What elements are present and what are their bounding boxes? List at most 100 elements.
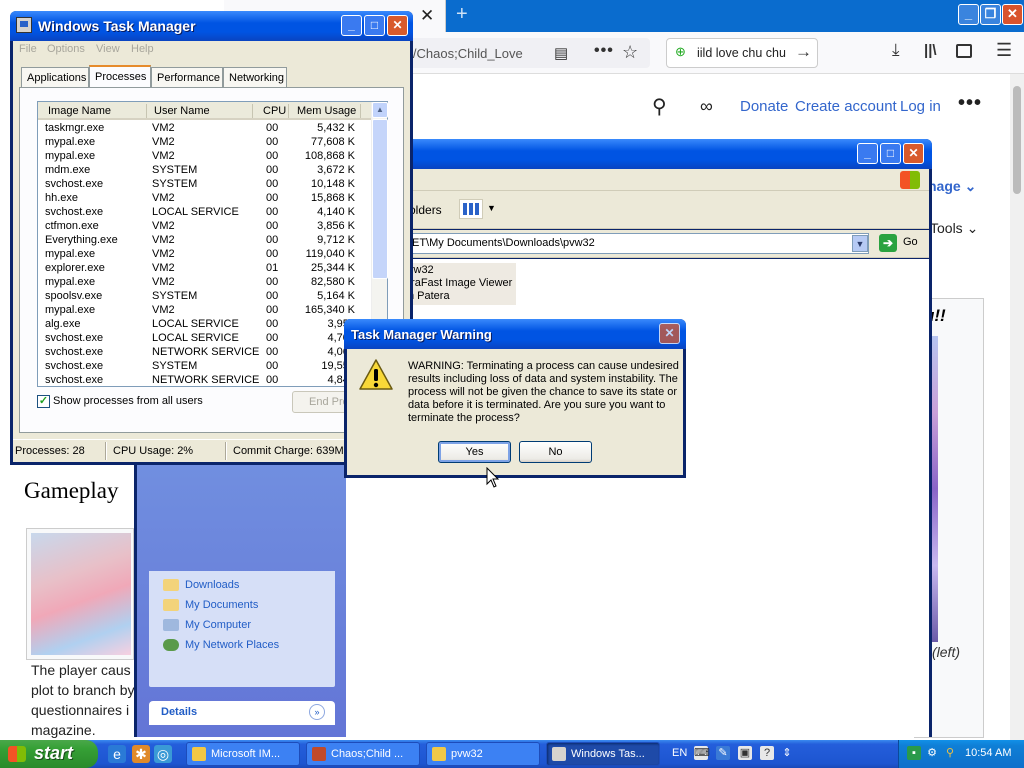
- pen-icon[interactable]: ✎: [716, 746, 730, 760]
- process-row[interactable]: mypal.exe VM2 00 108,868 K: [38, 149, 371, 163]
- language-bar-options-icon[interactable]: ⇕: [780, 746, 794, 760]
- taskbar-button-microsoft-im[interactable]: Microsoft IM...: [186, 742, 300, 766]
- help-icon[interactable]: ?: [760, 746, 774, 760]
- column-divider[interactable]: [252, 104, 253, 118]
- restore-button[interactable]: ❐: [980, 4, 1001, 25]
- process-row[interactable]: svchost.exe NETWORK SERVICE 00 4,060: [38, 345, 371, 359]
- process-row[interactable]: mypal.exe VM2 00 119,040 K: [38, 247, 371, 261]
- browser-quicklaunch-icon[interactable]: ◎: [154, 745, 172, 763]
- start-button[interactable]: start: [0, 740, 98, 768]
- donate-link[interactable]: Donate: [740, 98, 788, 115]
- search-icon[interactable]: ⚲: [652, 94, 667, 119]
- minimize-button[interactable]: _: [341, 15, 362, 36]
- process-row[interactable]: mdm.exe SYSTEM 00 3,672 K: [38, 163, 371, 177]
- network-tray-icon[interactable]: ⚙: [925, 746, 939, 760]
- tab-performance[interactable]: Performance: [151, 67, 223, 87]
- search-go-icon[interactable]: →: [795, 42, 812, 62]
- download-icon[interactable]: ⤓: [892, 40, 900, 60]
- search-box[interactable]: ⊕ iild love chu chu →: [666, 38, 818, 68]
- hamburger-menu-icon[interactable]: ☰: [996, 40, 1012, 61]
- language-indicator[interactable]: EN: [672, 747, 687, 759]
- selected-file-info[interactable]: vw32 traFast Image Viewer n Patera: [406, 263, 516, 305]
- process-row[interactable]: taskmgr.exe VM2 00 5,432 K: [38, 121, 371, 135]
- keyboard-icon[interactable]: ⌨: [694, 746, 710, 760]
- create-account-link[interactable]: Create account: [795, 98, 897, 115]
- tab-applications[interactable]: Applications: [21, 67, 89, 87]
- folders-button[interactable]: olders: [409, 203, 442, 217]
- gameplay-thumbnail[interactable]: [26, 528, 134, 660]
- gameplay-screenshot[interactable]: [31, 533, 131, 655]
- menu-file[interactable]: File: [19, 43, 37, 55]
- process-row[interactable]: alg.exe LOCAL SERVICE 00 3,956: [38, 317, 371, 331]
- menu-options[interactable]: Options: [47, 43, 85, 55]
- close-button[interactable]: ✕: [903, 143, 924, 164]
- url-text[interactable]: i/Chaos;Child_Love: [410, 46, 523, 61]
- column-divider[interactable]: [288, 104, 289, 118]
- process-row[interactable]: mypal.exe VM2 00 165,340 K: [38, 303, 371, 317]
- address-text[interactable]: ET\My Documents\Downloads\pvw32: [412, 237, 595, 249]
- minimize-button[interactable]: _: [857, 143, 878, 164]
- column-divider[interactable]: [146, 104, 147, 118]
- menu-view[interactable]: View: [96, 43, 120, 55]
- expand-chevron-icon[interactable]: »: [309, 704, 325, 720]
- process-row[interactable]: spoolsv.exe SYSTEM 00 5,164 K: [38, 289, 371, 303]
- column-image-name[interactable]: Image Name: [48, 105, 111, 117]
- log-in-link[interactable]: Log in: [900, 98, 941, 115]
- column-divider[interactable]: [360, 104, 361, 118]
- scrollbar-thumb[interactable]: [372, 119, 388, 279]
- views-button[interactable]: [459, 199, 483, 219]
- close-button[interactable]: ✕: [1002, 4, 1023, 25]
- scrollbar-thumb[interactable]: [1013, 86, 1021, 194]
- task-manager-title-bar[interactable]: Windows Task Manager _ □ ✕: [10, 11, 413, 41]
- yes-button[interactable]: Yes: [438, 441, 511, 463]
- library-icon[interactable]: ||\: [924, 42, 937, 59]
- views-dropdown-icon[interactable]: ▼: [487, 203, 496, 213]
- close-button[interactable]: ✕: [659, 323, 680, 344]
- process-row[interactable]: Everything.exe VM2 00 9,712 K: [38, 233, 371, 247]
- bookmark-star-icon[interactable]: ☆: [622, 42, 638, 63]
- process-row[interactable]: mypal.exe VM2 00 82,580 K: [38, 275, 371, 289]
- process-row[interactable]: svchost.exe SYSTEM 00 19,556: [38, 359, 371, 373]
- tools-menu[interactable]: Tools ⌄: [930, 220, 978, 237]
- minimize-button[interactable]: _: [958, 4, 979, 25]
- tray-app-icon[interactable]: ▪: [907, 746, 921, 760]
- more-options-icon[interactable]: •••: [958, 92, 982, 115]
- maximize-button[interactable]: □: [880, 143, 901, 164]
- sidebar-icon[interactable]: [956, 44, 972, 58]
- page-scrollbar[interactable]: [1010, 74, 1024, 740]
- tab-processes[interactable]: Processes: [89, 65, 151, 88]
- process-row[interactable]: explorer.exe VM2 01 25,344 K: [38, 261, 371, 275]
- ime-pad-icon[interactable]: ▣: [738, 746, 752, 760]
- process-row[interactable]: hh.exe VM2 00 15,868 K: [38, 191, 371, 205]
- taskbar-button-task-manager[interactable]: Windows Tas...: [546, 742, 660, 766]
- close-button[interactable]: ✕: [387, 15, 408, 36]
- reading-glasses-icon[interactable]: ∞: [700, 96, 713, 117]
- taskbar-button-chaos-child[interactable]: Chaos;Child ...: [306, 742, 420, 766]
- column-cpu[interactable]: CPU: [263, 105, 286, 117]
- maximize-button[interactable]: □: [364, 15, 385, 36]
- taskbar-button-pvw32[interactable]: pvw32: [426, 742, 540, 766]
- dialog-title-bar[interactable]: Task Manager Warning ✕: [344, 319, 686, 349]
- scroll-up-icon[interactable]: ▲: [372, 102, 388, 118]
- reader-view-icon[interactable]: ▤: [554, 44, 568, 62]
- clock[interactable]: 10:54 AM: [965, 747, 1011, 759]
- process-row[interactable]: mypal.exe VM2 00 77,608 K: [38, 135, 371, 149]
- search-tray-icon[interactable]: ⚲: [943, 746, 957, 760]
- process-row[interactable]: svchost.exe SYSTEM 00 10,148 K: [38, 177, 371, 191]
- page-tab-link[interactable]: nage ⌄: [928, 178, 976, 195]
- page-actions-icon[interactable]: •••: [594, 42, 614, 60]
- search-text[interactable]: iild love chu chu: [697, 46, 786, 60]
- column-mem-usage[interactable]: Mem Usage: [297, 105, 356, 117]
- messenger-icon[interactable]: ✱: [132, 745, 150, 763]
- menu-help[interactable]: Help: [131, 43, 154, 55]
- process-row[interactable]: svchost.exe LOCAL SERVICE 00 4,704: [38, 331, 371, 345]
- details-panel-header[interactable]: Details »: [149, 701, 335, 725]
- tab-networking[interactable]: Networking: [223, 67, 287, 87]
- process-row[interactable]: svchost.exe LOCAL SERVICE 00 4,140 K: [38, 205, 371, 219]
- new-tab-button[interactable]: +: [456, 3, 468, 26]
- process-row[interactable]: ctfmon.exe VM2 00 3,856 K: [38, 219, 371, 233]
- address-dropdown-icon[interactable]: ▼: [852, 235, 868, 252]
- internet-explorer-icon[interactable]: e: [108, 745, 126, 763]
- go-button[interactable]: ➔ Go: [879, 234, 927, 254]
- column-user-name[interactable]: User Name: [154, 105, 210, 117]
